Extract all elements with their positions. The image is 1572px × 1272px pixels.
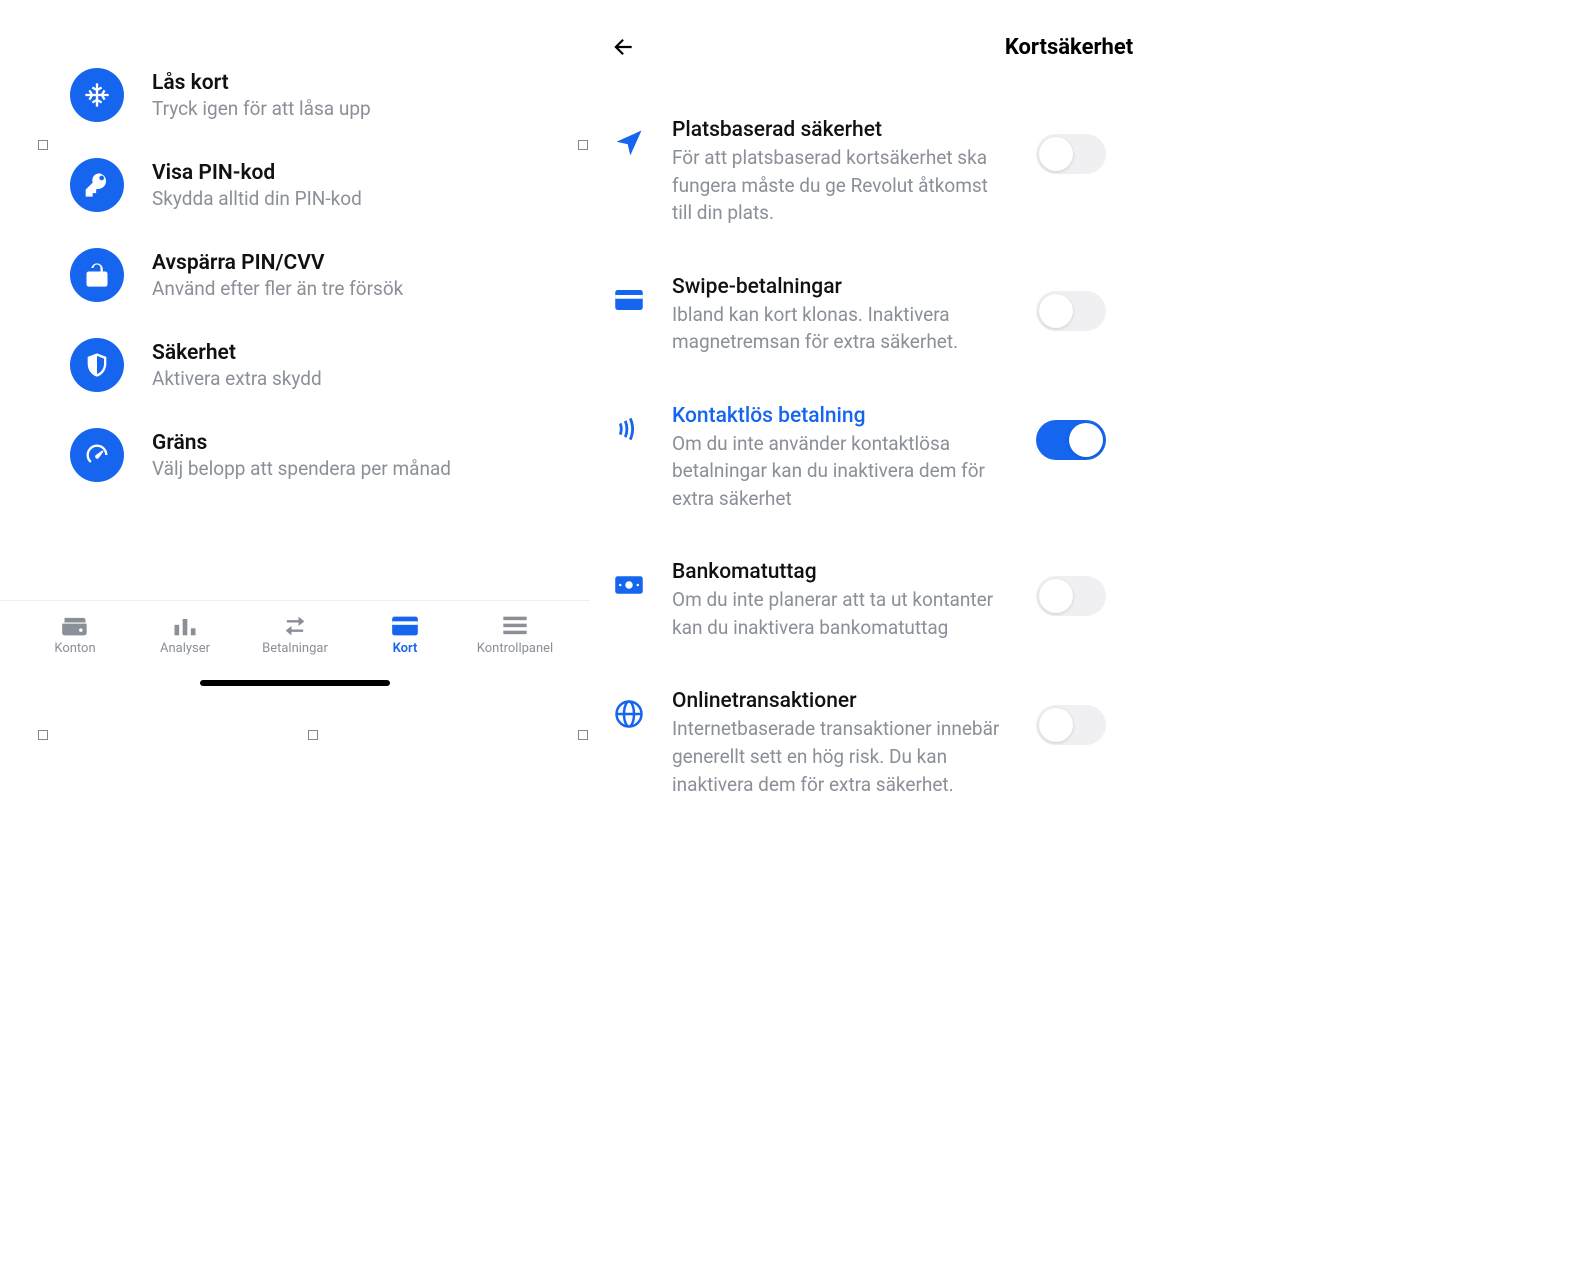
card-settings-list: Lås kort Tryck igen för att låsa upp Vis… bbox=[0, 40, 590, 500]
freeze-card-title: Lås kort bbox=[152, 71, 371, 95]
page-title: Kortsäkerhet bbox=[606, 35, 1532, 60]
tab-analytics-label: Analyser bbox=[160, 641, 210, 656]
bottom-tab-bar: Konton Analyser Betalningar Kort Kontrol… bbox=[0, 600, 590, 662]
show-pin-sub: Skydda alltid din PIN-kod bbox=[152, 187, 362, 210]
setting-swipe-title: Swipe-betalningar bbox=[672, 275, 1012, 299]
tab-cards[interactable]: Kort bbox=[365, 615, 445, 656]
setting-atm-toggle[interactable] bbox=[1036, 576, 1106, 616]
setting-atm-sub: Om du inte planerar att ta ut kontanter … bbox=[672, 586, 1012, 641]
limit-title: Gräns bbox=[152, 431, 451, 455]
setting-location: Platsbaserad säkerhet För att platsbaser… bbox=[610, 94, 1532, 251]
freeze-card-item[interactable]: Lås kort Tryck igen för att låsa upp bbox=[0, 50, 590, 140]
gauge-icon bbox=[70, 428, 124, 482]
limit-item[interactable]: Gräns Välj belopp att spendera per månad bbox=[0, 410, 590, 500]
wallet-icon bbox=[61, 615, 89, 637]
limit-sub: Välj belopp att spendera per månad bbox=[152, 457, 451, 480]
setting-location-sub: För att platsbaserad kortsäkerhet ska fu… bbox=[672, 144, 1012, 227]
show-pin-item[interactable]: Visa PIN-kod Skydda alltid din PIN-kod bbox=[0, 140, 590, 230]
crop-mark bbox=[578, 730, 588, 740]
setting-online-title: Onlinetransaktioner bbox=[672, 689, 1012, 713]
setting-swipe-sub: Ibland kan kort klonas. Inaktivera magne… bbox=[672, 301, 1012, 356]
unblock-pin-sub: Använd efter fler än tre försök bbox=[152, 277, 403, 300]
setting-online-sub: Internetbaserade transaktioner innebär g… bbox=[672, 715, 1012, 798]
unlock-icon bbox=[70, 248, 124, 302]
stack-icon bbox=[501, 615, 529, 637]
setting-contactless-title: Kontaktlös betalning bbox=[672, 404, 1012, 428]
setting-contactless-toggle[interactable] bbox=[1036, 420, 1106, 460]
key-icon bbox=[70, 158, 124, 212]
setting-contactless: Kontaktlös betalning Om du inte använder… bbox=[610, 380, 1532, 537]
bars-icon bbox=[171, 615, 199, 637]
show-pin-title: Visa PIN-kod bbox=[152, 161, 362, 185]
tab-payments-label: Betalningar bbox=[262, 641, 328, 656]
tab-payments[interactable]: Betalningar bbox=[255, 615, 335, 656]
globe-icon bbox=[610, 695, 648, 733]
setting-contactless-sub: Om du inte använder kontaktlösa betalnin… bbox=[672, 430, 1012, 513]
home-indicator bbox=[200, 680, 390, 686]
card-icon bbox=[391, 615, 419, 637]
setting-swipe: Swipe-betalningar Ibland kan kort klonas… bbox=[610, 251, 1532, 380]
transfer-icon bbox=[281, 615, 309, 637]
setting-online-toggle[interactable] bbox=[1036, 705, 1106, 745]
setting-location-title: Platsbaserad säkerhet bbox=[672, 118, 1012, 142]
tab-accounts-label: Konton bbox=[54, 641, 95, 656]
shield-icon bbox=[70, 338, 124, 392]
card-security-pane: Kortsäkerhet Platsbaserad säkerhet För a… bbox=[590, 0, 1572, 1272]
location-icon bbox=[610, 124, 648, 162]
security-item[interactable]: Säkerhet Aktivera extra skydd bbox=[0, 320, 590, 410]
snowflake-icon bbox=[70, 68, 124, 122]
tab-accounts[interactable]: Konton bbox=[35, 615, 115, 656]
crop-mark bbox=[38, 140, 48, 150]
crop-mark bbox=[308, 730, 318, 740]
crop-mark bbox=[38, 730, 48, 740]
crop-mark bbox=[578, 140, 588, 150]
right-header: Kortsäkerhet bbox=[610, 20, 1532, 94]
setting-location-toggle[interactable] bbox=[1036, 134, 1106, 174]
setting-online: Onlinetransaktioner Internetbaserade tra… bbox=[610, 665, 1532, 822]
contactless-icon bbox=[610, 410, 648, 448]
tab-dashboard-label: Kontrollpanel bbox=[477, 641, 553, 656]
setting-atm: Bankomatuttag Om du inte planerar att ta… bbox=[610, 536, 1532, 665]
setting-atm-title: Bankomatuttag bbox=[672, 560, 1012, 584]
security-title: Säkerhet bbox=[152, 341, 322, 365]
unblock-pin-title: Avspärra PIN/CVV bbox=[152, 251, 403, 275]
card-settings-pane: Lås kort Tryck igen för att låsa upp Vis… bbox=[0, 0, 590, 1272]
tab-analytics[interactable]: Analyser bbox=[145, 615, 225, 656]
tab-cards-label: Kort bbox=[393, 641, 418, 656]
security-sub: Aktivera extra skydd bbox=[152, 367, 322, 390]
cash-icon bbox=[610, 566, 648, 604]
freeze-card-sub: Tryck igen för att låsa upp bbox=[152, 97, 371, 120]
unblock-pin-item[interactable]: Avspärra PIN/CVV Använd efter fler än tr… bbox=[0, 230, 590, 320]
setting-swipe-toggle[interactable] bbox=[1036, 291, 1106, 331]
tab-dashboard[interactable]: Kontrollpanel bbox=[475, 615, 555, 656]
card-icon bbox=[610, 281, 648, 319]
